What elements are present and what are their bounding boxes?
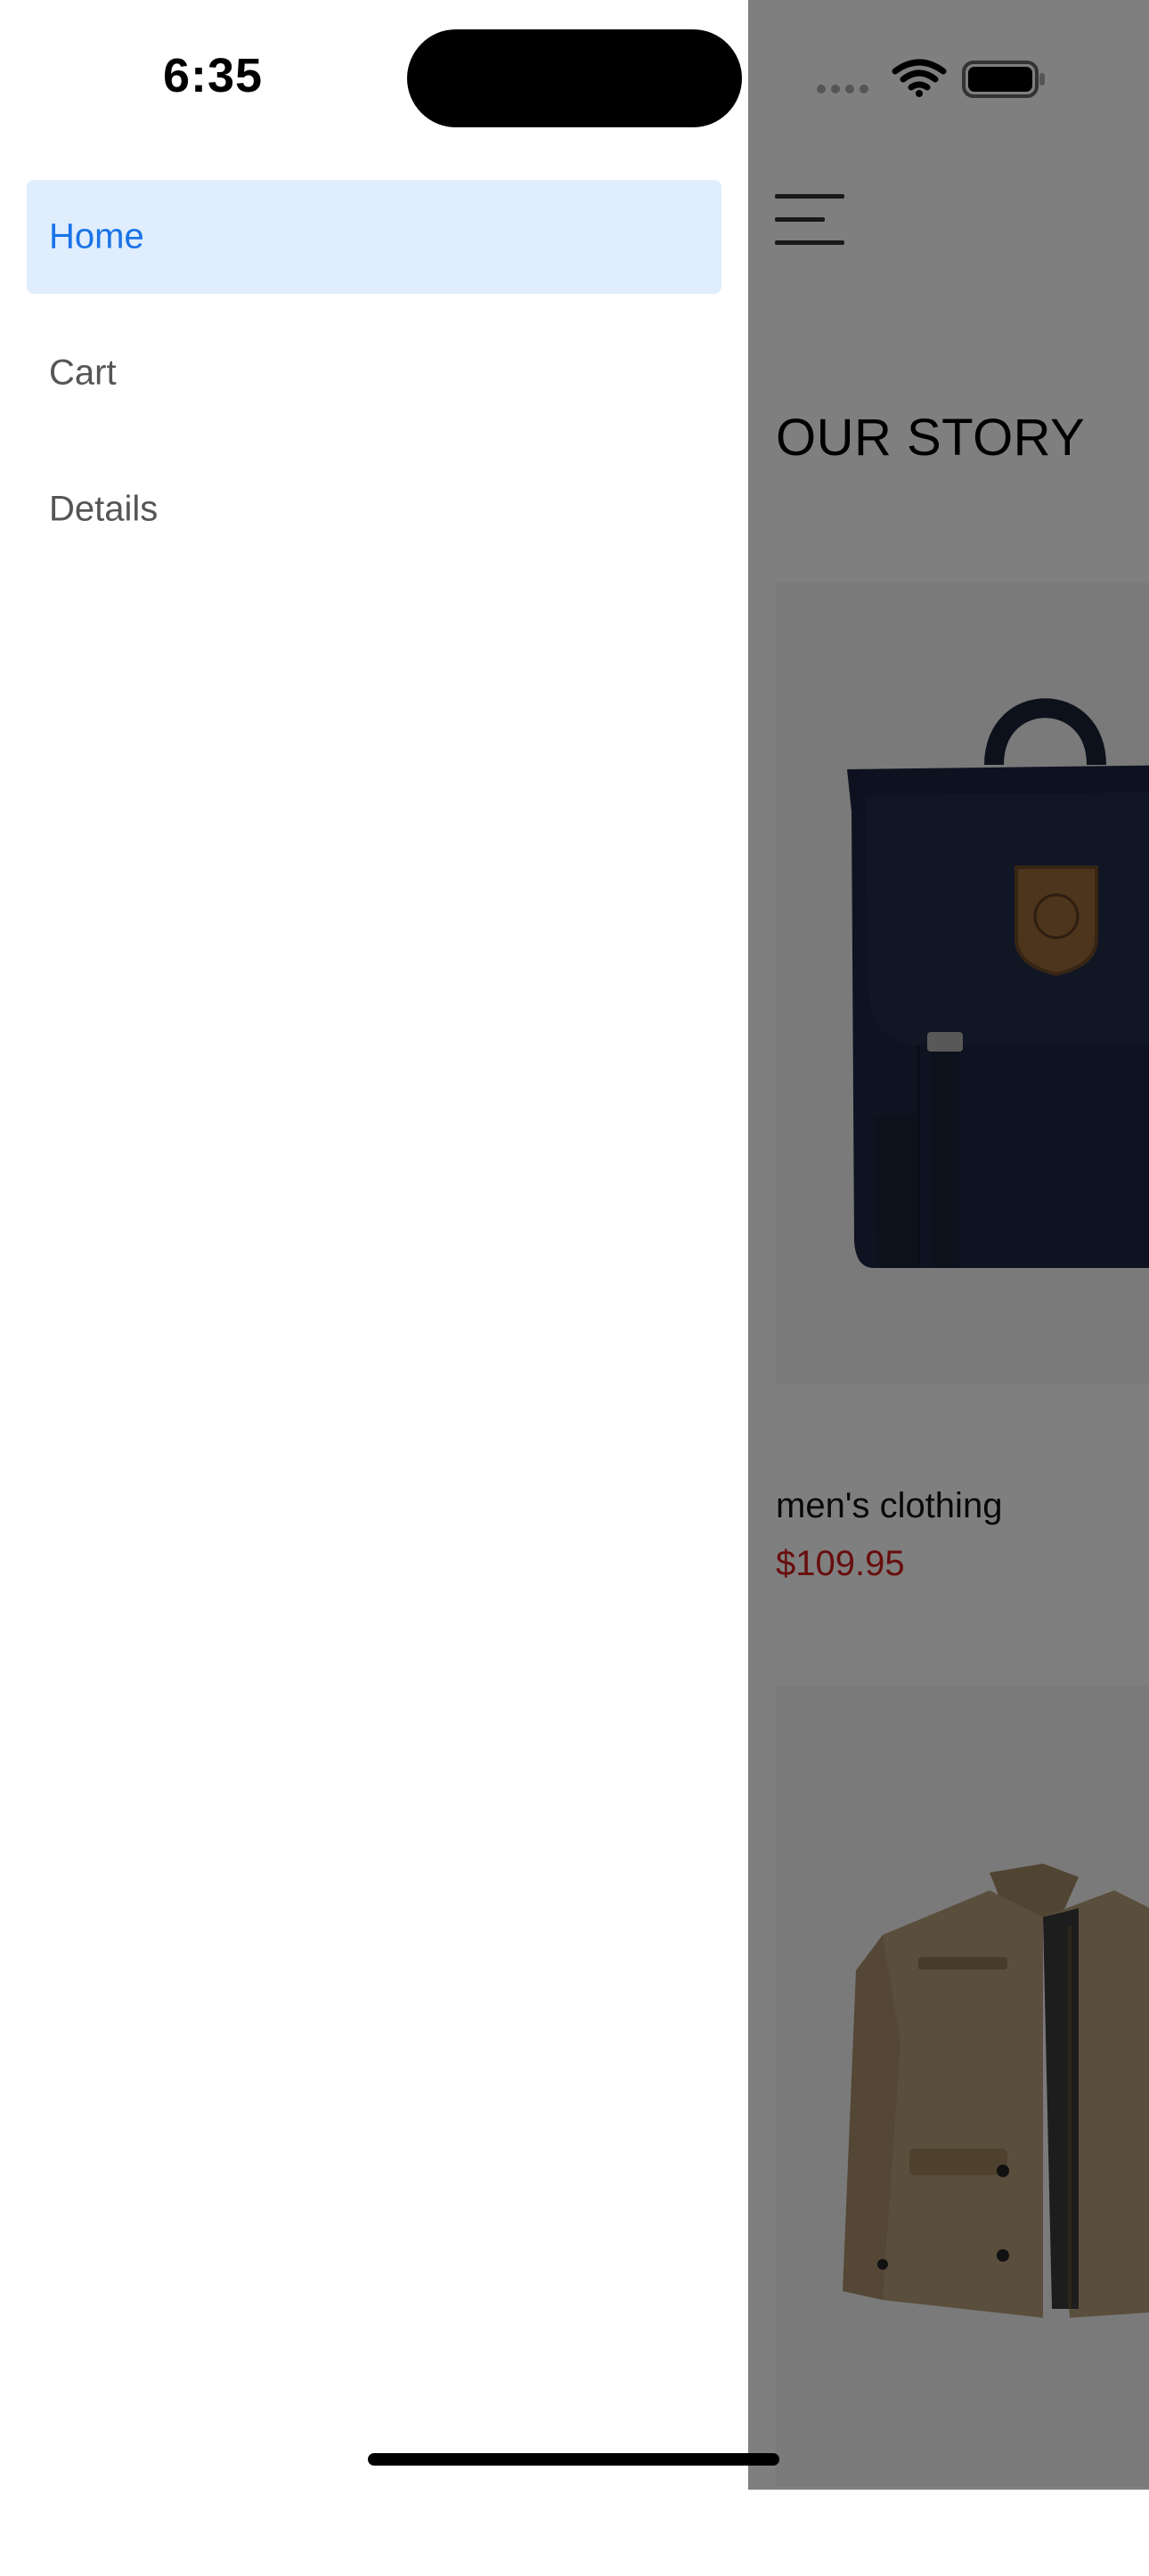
home-indicator[interactable] — [368, 2453, 779, 2466]
dynamic-island — [407, 29, 742, 127]
drawer-item-label: Details — [49, 489, 159, 529]
status-icons — [811, 55, 1051, 100]
drawer-item-label: Cart — [49, 353, 117, 393]
drawer-item-cart[interactable]: Cart — [27, 316, 721, 430]
drawer-item-home[interactable]: Home — [27, 180, 721, 294]
status-time: 6:35 — [163, 49, 264, 102]
drawer-item-details[interactable]: Details — [27, 452, 721, 566]
battery-icon — [962, 61, 1045, 98]
cellular-signal-icon — [817, 85, 868, 93]
wifi-icon — [892, 59, 947, 97]
drawer-item-label: Home — [49, 216, 144, 256]
navigation-drawer: Home Cart Details — [0, 0, 748, 2490]
